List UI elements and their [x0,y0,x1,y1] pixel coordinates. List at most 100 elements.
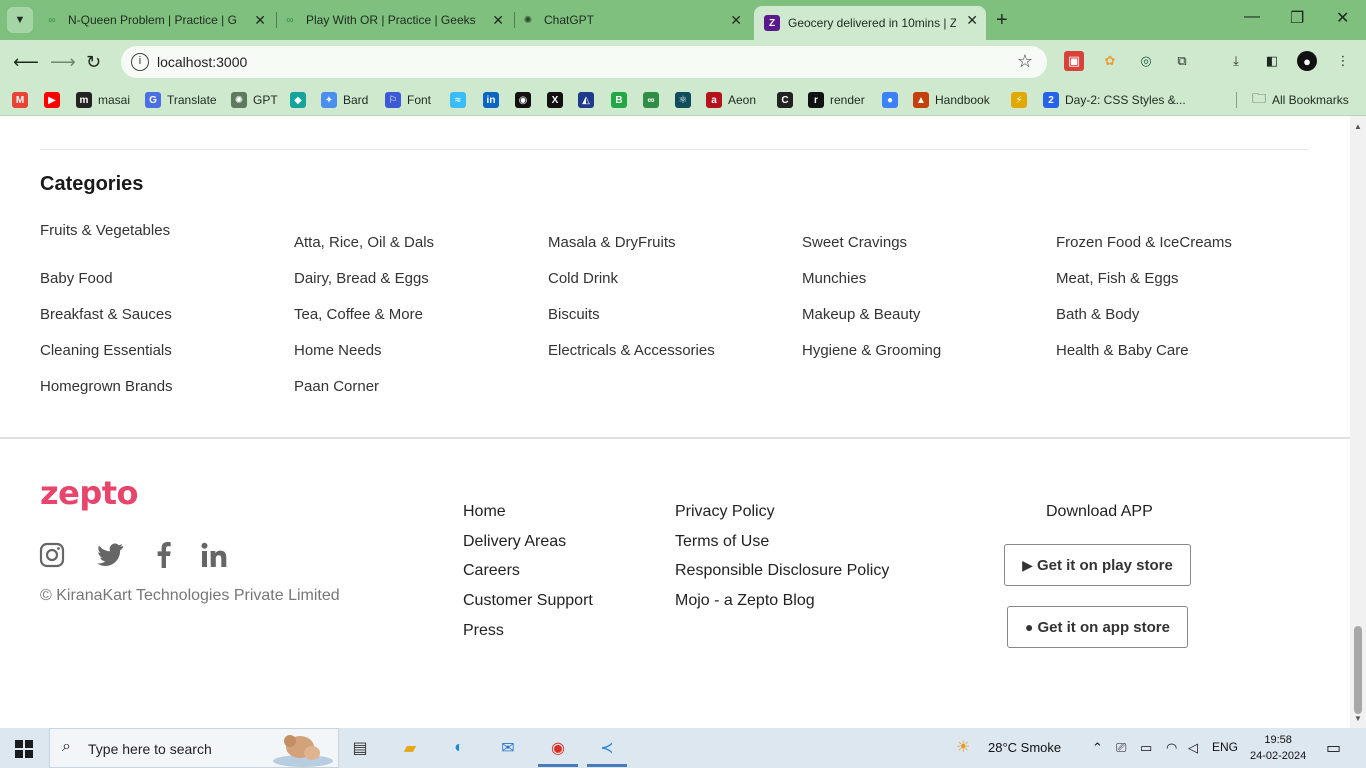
volume-icon[interactable]: ◁ [1188,740,1198,756]
category-link[interactable]: Hygiene & Grooming [802,342,941,359]
category-link[interactable]: Homegrown Brands [40,378,173,395]
bookmark-item[interactable]: ✦ Bard [321,91,368,109]
category-link[interactable]: Masala & DryFruits [548,234,676,251]
category-link[interactable]: Biscuits [548,306,600,323]
category-link[interactable]: Atta, Rice, Oil & Dals [294,234,434,251]
weather-text[interactable]: 28°C Smoke [988,740,1061,755]
forward-button[interactable]: ⟶ [50,52,76,73]
footer-link-privacy-policy[interactable]: Privacy Policy [675,503,775,521]
bookmark-item[interactable]: X [547,91,569,109]
tab-n-queen[interactable]: ∞ N-Queen Problem | Practice | G ✕ [44,0,274,40]
scroll-down-icon[interactable]: ▼ [1354,714,1362,723]
battery-icon[interactable]: ▭ [1140,740,1152,756]
close-icon[interactable]: ✕ [254,12,266,29]
notifications-icon[interactable]: ▭ [1326,738,1341,758]
instagram-icon[interactable] [39,542,65,568]
task-view-icon[interactable]: ▤ [346,734,374,762]
vscode-icon[interactable]: ≺ [593,734,621,762]
extension-icon-1[interactable]: ▣ [1064,51,1084,71]
category-link[interactable]: Tea, Coffee & More [294,306,423,323]
close-icon[interactable]: ✕ [492,12,504,29]
footer-link-responsible-disclosure[interactable]: Responsible Disclosure Policy [675,562,889,580]
close-icon[interactable]: ✕ [730,12,742,29]
url-text[interactable]: localhost:3000 [157,54,247,70]
category-link[interactable]: Meat, Fish & Eggs [1056,270,1179,287]
tab-play-with-or[interactable]: ∞ Play With OR | Practice | Geeksf ✕ [282,0,512,40]
scroll-up-icon[interactable]: ▲ [1354,122,1362,131]
site-info-icon[interactable]: i [131,53,149,71]
extension-icon-2[interactable]: ✿ [1100,51,1120,71]
bookmark-star-icon[interactable]: ☆ [1017,51,1033,72]
system-clock[interactable]: 19:58 24-02-2024 [1250,732,1306,764]
show-hidden-icons-icon[interactable]: ⌃ [1092,740,1103,756]
mail-icon[interactable]: ✉ [494,734,522,762]
footer-link-press[interactable]: Press [463,622,504,640]
profile-avatar[interactable]: ● [1297,51,1317,71]
bookmark-item[interactable]: ● [882,91,904,109]
page-scrollbar[interactable]: ▲ ▼ [1350,116,1366,728]
category-link[interactable]: Health & Baby Care [1056,342,1189,359]
bookmark-item[interactable]: ▶ [44,91,66,109]
bookmark-item[interactable]: in [483,91,505,109]
category-link[interactable]: Munchies [802,270,866,287]
wifi-icon[interactable]: ◠ [1166,740,1177,756]
tab-search-button[interactable]: ▼ [7,7,33,33]
new-tab-button[interactable]: + [996,9,1008,32]
bookmark-item[interactable]: r render [808,91,865,109]
category-link[interactable]: Frozen Food & IceCreams [1056,234,1232,251]
footer-link-customer-support[interactable]: Customer Support [463,592,593,610]
category-link[interactable]: Makeup & Beauty [802,306,920,323]
all-bookmarks-button[interactable]: 🗀 All Bookmarks [1252,90,1349,109]
address-bar[interactable]: i localhost:3000 ☆ [121,46,1047,78]
bookmark-item[interactable]: ✺ GPT [231,91,278,109]
facebook-icon[interactable] [150,542,176,568]
category-link[interactable]: Fruits & Vegetables [40,222,170,239]
footer-link-mojo-blog[interactable]: Mojo - a Zepto Blog [675,592,815,610]
bookmark-item[interactable]: ◭ [578,91,600,109]
reload-button[interactable]: ↻ [86,52,101,73]
bookmark-item[interactable]: ⚡ [1011,91,1033,109]
windows-start-button[interactable] [15,740,33,758]
bookmark-item[interactable]: ⚐ Font [385,91,431,109]
weather-icon[interactable]: ☀ [956,737,970,757]
category-link[interactable]: Bath & Body [1056,306,1139,323]
footer-link-home[interactable]: Home [463,503,506,521]
taskbar-search[interactable]: ⌕ Type here to search [49,728,339,768]
category-link[interactable]: Home Needs [294,342,382,359]
category-link[interactable]: Sweet Cravings [802,234,907,251]
bookmark-item[interactable]: M [12,91,34,109]
bookmark-item[interactable]: ◉ [515,91,537,109]
category-link[interactable]: Cleaning Essentials [40,342,172,359]
bookmark-item[interactable]: ≈ [450,91,472,109]
back-button[interactable]: ⟵ [13,52,39,73]
bookmark-item[interactable]: m masai [76,91,130,109]
bookmark-item[interactable]: ▲ Handbook [913,91,990,109]
tab-chatgpt[interactable]: ✺ ChatGPT ✕ [520,0,750,40]
chrome-icon[interactable]: ◉ [544,734,572,762]
linkedin-icon[interactable] [201,542,227,568]
category-link[interactable]: Dairy, Bread & Eggs [294,270,429,287]
minimize-button[interactable]: — [1244,8,1260,26]
meet-now-icon[interactable]: ⎚ [1116,740,1126,756]
extensions-puzzle-icon[interactable]: ⧉ [1172,51,1192,71]
category-link[interactable]: Cold Drink [548,270,618,287]
language-indicator[interactable]: ENG [1212,740,1238,754]
category-link[interactable]: Paan Corner [294,378,379,395]
app-store-button[interactable]: ● Get it on app store [1007,606,1188,648]
bookmark-item[interactable]: a Aeon [706,91,756,109]
menu-kebab-icon[interactable]: ⋮ [1333,51,1353,71]
tab-zepto[interactable]: Z Geocery delivered in 10mins | Z ✕ [754,6,986,40]
grammarly-icon[interactable]: ◎ [1136,51,1156,71]
footer-link-terms-of-use[interactable]: Terms of Use [675,533,769,551]
bookmark-item[interactable]: ∞ [643,91,665,109]
restore-button[interactable]: ❐ [1290,8,1304,28]
play-store-button[interactable]: ▶ Get it on play store [1004,544,1191,586]
bookmark-item[interactable]: G Translate [145,91,217,109]
zepto-logo[interactable]: zepto [40,474,139,512]
scrollbar-thumb[interactable] [1354,626,1362,714]
category-link[interactable]: Baby Food [40,270,113,287]
download-icon[interactable]: ⤓ [1226,51,1246,71]
footer-link-delivery-areas[interactable]: Delivery Areas [463,533,566,551]
bookmark-item[interactable]: ⚛ [675,91,697,109]
bookmark-item[interactable]: B [611,91,633,109]
